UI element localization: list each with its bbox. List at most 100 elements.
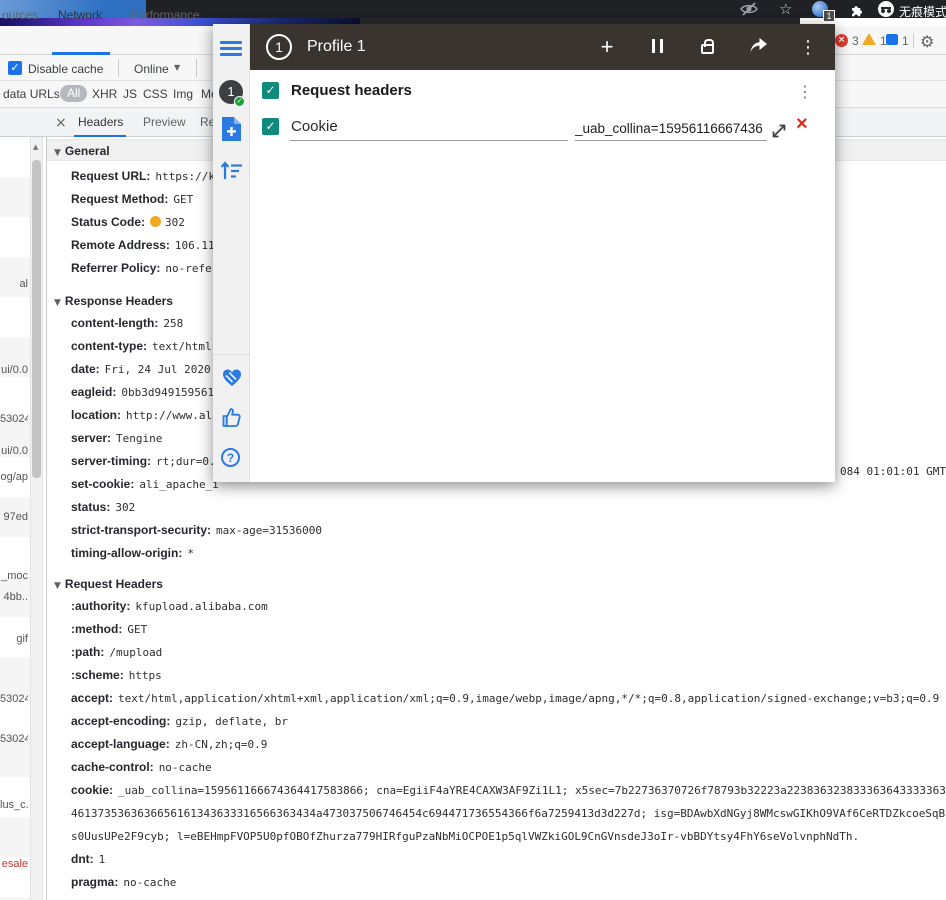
- list-item[interactable]: 53024: [0, 693, 28, 705]
- list-item[interactable]: _moc: [0, 570, 28, 582]
- header-row: accept: text/html,application/xhtml+xml,a…: [71, 691, 940, 705]
- error-badge-icon[interactable]: ×: [835, 34, 848, 47]
- sort-icon[interactable]: [220, 160, 244, 185]
- section-title: Response Headers: [64, 294, 173, 308]
- filter-xhr[interactable]: XHR: [92, 87, 117, 101]
- cookie-continuation: s0UusUPe2F9cyb; l=eBEHmpFVOP5U0pfOBOfZhu…: [71, 830, 860, 843]
- hamburger-menu-icon[interactable]: [220, 38, 242, 59]
- section-title: General: [64, 144, 110, 158]
- devtools-settings-gear-icon[interactable]: ⚙: [920, 32, 934, 51]
- tab-headers[interactable]: Headers: [78, 115, 123, 129]
- eye-slash-icon[interactable]: [740, 2, 758, 18]
- badge-separator: [913, 33, 914, 48]
- donate-heart-icon[interactable]: [221, 366, 243, 391]
- header-row: accept-language: zh-CN,zh;q=0.9: [71, 737, 268, 751]
- add-profile-icon[interactable]: [221, 116, 242, 145]
- header-row: :authority: kfupload.alibaba.com: [71, 599, 268, 613]
- throttling-select[interactable]: Online: [134, 62, 169, 76]
- share-icon[interactable]: [749, 37, 767, 57]
- request-list-column[interactable]: al ui/0.0 53024 ui/0.0 og/ap 97ed _moc 4…: [0, 137, 30, 900]
- cookie-continuation: 4613735363636656161343633316566363434a47…: [71, 807, 946, 820]
- add-icon[interactable]: +: [599, 36, 615, 58]
- header-row: cache-control: no-cache: [71, 760, 212, 774]
- extension-popup: 1 ✓ ? 1 Profile 1 + ⋮ ✓ Request headers …: [213, 24, 835, 482]
- row-menu-kebab-icon[interactable]: ⋮: [797, 82, 813, 101]
- expand-icon[interactable]: [769, 121, 789, 144]
- list-item[interactable]: og/ap: [0, 471, 28, 483]
- header-row: pragma: no-cache: [71, 875, 177, 889]
- disable-cache-label[interactable]: Disable cache: [28, 62, 103, 76]
- chevron-down-icon[interactable]: ▼: [174, 63, 180, 72]
- cookie-row: ✓ Cookie: [262, 118, 338, 135]
- screen: ☆ 1 无痕模式 ources Network Performance × 3 …: [0, 0, 946, 900]
- header-row-cookie: cookie: _uab_collina=15956116667436441758…: [71, 783, 946, 797]
- filter-js[interactable]: JS: [123, 87, 137, 101]
- message-badge-icon[interactable]: [886, 34, 898, 45]
- cookie-name-field[interactable]: Cookie: [291, 118, 338, 135]
- list-item-error[interactable]: esale: [0, 858, 28, 870]
- popup-rail: 1 ✓ ?: [213, 24, 250, 482]
- list-item[interactable]: al: [0, 278, 28, 290]
- collapse-arrow-icon: ▼: [54, 581, 61, 591]
- popup-header: 1 Profile 1 + ⋮: [250, 24, 835, 70]
- request-headers-checkbox[interactable]: ✓: [262, 82, 279, 99]
- hide-data-urls-label[interactable]: data URLs: [3, 87, 60, 101]
- help-icon[interactable]: ?: [221, 448, 240, 467]
- popup-menu-kebab-icon[interactable]: ⋮: [799, 37, 817, 58]
- request-headers-row: ✓ Request headers: [262, 82, 412, 99]
- list-item[interactable]: 4bb..: [0, 591, 28, 603]
- list-scrollbar-thumb[interactable]: [32, 160, 41, 478]
- header-row: strict-transport-security: max-age=315360…: [71, 523, 322, 537]
- cookie-value-underline: [575, 140, 767, 141]
- bookmark-star-icon[interactable]: ☆: [779, 2, 792, 17]
- extensions-puzzle-icon[interactable]: [849, 2, 864, 20]
- header-row: dnt: 1: [71, 852, 106, 866]
- delete-cookie-icon[interactable]: ×: [796, 114, 808, 134]
- collapse-arrow-icon: ▼: [54, 298, 61, 308]
- tab-sources[interactable]: ources: [2, 8, 38, 22]
- set-cookie-tail-text: 084 01:01:01 GMT: [840, 465, 946, 478]
- list-item[interactable]: ui/0.0: [0, 445, 28, 457]
- list-item[interactable]: 53024: [0, 413, 28, 425]
- list-item[interactable]: 53024: [0, 733, 28, 745]
- error-count: 3: [852, 34, 859, 48]
- scroll-up-arrow[interactable]: ▲: [33, 143, 38, 151]
- tab-network[interactable]: Network: [58, 8, 102, 22]
- header-row: status: 302: [71, 500, 136, 514]
- cookie-checkbox[interactable]: ✓: [262, 118, 279, 135]
- header-row: :method: GET: [71, 622, 148, 636]
- profile-active-check-icon: ✓: [234, 96, 245, 107]
- collapse-arrow-icon: ▼: [54, 148, 61, 158]
- section-request-headers[interactable]: ▼ Request Headers: [47, 573, 946, 595]
- header-row: timing-allow-origin: *: [71, 546, 194, 560]
- filter-css[interactable]: CSS: [143, 87, 168, 101]
- message-count: 1: [902, 34, 909, 48]
- filter-all-pill[interactable]: All: [60, 85, 88, 102]
- lock-icon[interactable]: [700, 38, 714, 54]
- tab-preview[interactable]: Preview: [143, 115, 186, 129]
- request-headers-label: Request headers: [291, 82, 412, 99]
- list-item[interactable]: gif: [0, 633, 28, 645]
- header-row: :scheme: https: [71, 668, 162, 682]
- filter-img[interactable]: Img: [173, 87, 193, 101]
- incognito-icon: [878, 1, 894, 17]
- header-row: sec-fetch-dest:document: [47, 894, 946, 900]
- header-row: :path:/mupload: [71, 645, 163, 659]
- toolbar-separator-2: [196, 59, 197, 77]
- profile-number-badge: 1: [266, 34, 292, 60]
- close-detail-icon[interactable]: ×: [55, 115, 67, 131]
- list-item[interactable]: ui/0.0: [0, 364, 28, 376]
- extension-badge: 1: [823, 10, 835, 22]
- toolbar-separator: [118, 59, 119, 77]
- pause-icon[interactable]: [651, 38, 663, 53]
- cookie-value-field[interactable]: _uab_collina=15956116667436: [575, 121, 767, 136]
- header-row: accept-encoding: gzip, deflate, br: [71, 714, 288, 728]
- list-item[interactable]: lus_c.: [0, 799, 28, 811]
- popup-title: Profile 1: [307, 38, 366, 55]
- status-dot-icon: [150, 216, 162, 227]
- thumbs-up-icon[interactable]: [221, 406, 243, 431]
- tab-performance[interactable]: Performance: [131, 8, 200, 22]
- list-item[interactable]: 97ed: [0, 511, 28, 523]
- warning-badge-icon[interactable]: [862, 33, 876, 45]
- disable-cache-checkbox[interactable]: ✓: [8, 61, 22, 75]
